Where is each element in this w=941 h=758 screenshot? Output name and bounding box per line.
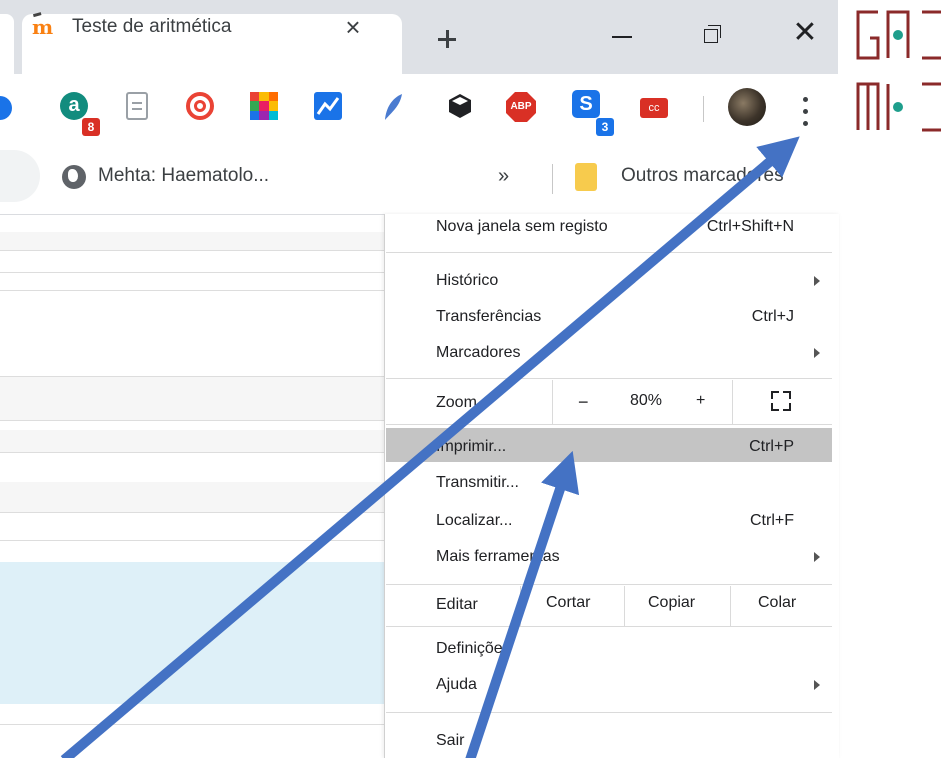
content-divider bbox=[0, 290, 384, 291]
menu-separator bbox=[386, 424, 832, 425]
content-divider bbox=[0, 250, 384, 251]
content-highlight-block bbox=[0, 562, 384, 704]
menu-item-help[interactable]: Ajuda bbox=[386, 676, 832, 700]
content-divider bbox=[0, 452, 384, 453]
submenu-arrow-icon bbox=[814, 276, 820, 286]
zoom-label: Zoom bbox=[436, 394, 477, 411]
content-divider bbox=[0, 512, 384, 513]
menu-item-more-tools[interactable]: Mais ferramentas bbox=[386, 548, 832, 572]
cut-button[interactable]: Cortar bbox=[546, 594, 590, 612]
menu-item-settings[interactable]: Definições bbox=[386, 640, 832, 664]
content-divider bbox=[0, 420, 384, 421]
menu-separator bbox=[386, 626, 832, 627]
submenu-arrow-icon bbox=[814, 552, 820, 562]
feather-extension-icon[interactable] bbox=[382, 92, 406, 122]
color-grid-extension-icon[interactable] bbox=[250, 92, 278, 120]
content-divider bbox=[0, 272, 384, 273]
content-row bbox=[0, 376, 384, 420]
chart-extension-icon[interactable] bbox=[314, 92, 342, 120]
zoom-value: 80% bbox=[630, 392, 663, 409]
menu-item-history[interactable]: Histórico bbox=[386, 272, 832, 296]
blue-s-extension-icon[interactable]: S bbox=[572, 90, 600, 118]
bookmarks-separator bbox=[552, 164, 553, 194]
menu-separator bbox=[386, 378, 832, 379]
paste-button[interactable]: Colar bbox=[758, 594, 796, 612]
edit-label: Editar bbox=[436, 596, 478, 613]
tab-close-icon[interactable]: × bbox=[338, 12, 368, 42]
zoom-divider bbox=[732, 380, 733, 424]
menu-separator bbox=[386, 252, 832, 253]
profile-avatar[interactable] bbox=[728, 88, 766, 126]
extension-badge: 8 bbox=[82, 118, 100, 136]
submenu-arrow-icon bbox=[814, 348, 820, 358]
zoom-out-button[interactable]: − bbox=[578, 392, 589, 413]
globe-icon bbox=[62, 165, 86, 189]
adblock-plus-extension-icon[interactable]: ABP bbox=[506, 92, 536, 122]
menu-item-bookmarks[interactable]: Marcadores bbox=[386, 344, 832, 368]
tab-previous[interactable] bbox=[0, 14, 14, 74]
minimize-icon[interactable] bbox=[612, 36, 632, 38]
teal-a-extension-icon[interactable]: a bbox=[60, 92, 88, 120]
other-bookmarks-folder[interactable]: Outros marcadores bbox=[621, 165, 784, 187]
menu-separator bbox=[386, 584, 832, 585]
edit-divider bbox=[520, 586, 521, 626]
menu-item-exit[interactable]: Sair bbox=[386, 732, 832, 756]
toolbar-separator bbox=[703, 96, 704, 122]
zoom-in-button[interactable]: + bbox=[696, 392, 705, 410]
copy-button[interactable]: Copiar bbox=[648, 594, 695, 612]
content-divider bbox=[0, 376, 384, 377]
submenu-arrow-icon bbox=[814, 680, 820, 690]
chrome-menu-kebab-icon[interactable] bbox=[796, 94, 816, 130]
menu-item-cast[interactable]: Transmitir... bbox=[386, 474, 832, 498]
content-divider bbox=[0, 724, 384, 725]
window-close-icon[interactable]: ✕ bbox=[790, 18, 820, 48]
content-row bbox=[0, 232, 384, 250]
menu-item-new-incognito[interactable]: Nova janela sem registo Ctrl+Shift+N bbox=[386, 218, 832, 242]
document-extension-icon[interactable] bbox=[126, 92, 148, 120]
fullscreen-icon[interactable] bbox=[771, 391, 791, 411]
new-tab-icon[interactable] bbox=[432, 24, 462, 54]
cc-extension-icon[interactable]: cc bbox=[640, 98, 668, 118]
edit-divider bbox=[730, 586, 731, 626]
edit-divider bbox=[624, 586, 625, 626]
content-row bbox=[0, 482, 384, 512]
extension-badge: 3 bbox=[596, 118, 614, 136]
menu-separator bbox=[386, 712, 832, 713]
moodle-favicon-icon: m bbox=[32, 17, 58, 37]
bookmark-item[interactable]: Mehta: Haematolo... bbox=[98, 165, 269, 187]
bookmarks-overflow-icon[interactable]: » bbox=[498, 165, 509, 188]
content-row bbox=[0, 430, 384, 452]
menu-item-downloads[interactable]: Transferências Ctrl+J bbox=[386, 308, 832, 332]
restore-icon[interactable] bbox=[704, 25, 722, 43]
red-spiral-extension-icon[interactable] bbox=[186, 92, 214, 120]
menu-item-find[interactable]: Localizar... Ctrl+F bbox=[386, 512, 832, 536]
brand-logo bbox=[856, 10, 941, 132]
cube-extension-icon[interactable] bbox=[446, 92, 474, 120]
tab-title: Teste de aritmética bbox=[72, 16, 232, 37]
zoom-divider bbox=[552, 380, 553, 424]
content-divider bbox=[0, 540, 384, 541]
menu-item-print[interactable]: Imprimir... Ctrl+P bbox=[386, 438, 832, 462]
folder-icon bbox=[575, 163, 597, 191]
